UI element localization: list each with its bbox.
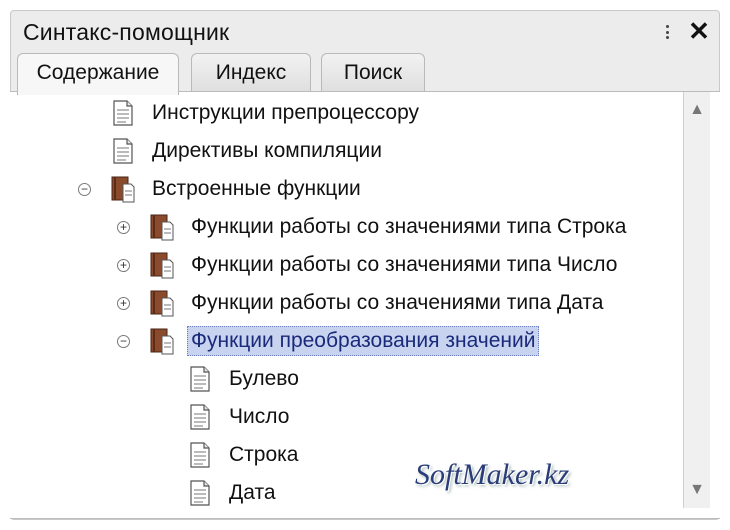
tab-index[interactable]: Индекс bbox=[191, 53, 311, 93]
tree-item-date-functions[interactable]: + Функции работы со значениями типа Дата bbox=[10, 286, 690, 320]
document-icon bbox=[190, 366, 210, 392]
document-icon bbox=[190, 404, 210, 430]
scroll-down-button[interactable]: ▼ bbox=[687, 478, 707, 502]
window-menu-icon[interactable] bbox=[663, 25, 671, 39]
tree-item-label: Инструкции препроцессору bbox=[152, 101, 420, 124]
tree-item-label: Дата bbox=[229, 481, 276, 504]
collapse-icon[interactable]: − bbox=[117, 335, 130, 348]
book-icon bbox=[111, 176, 135, 203]
tree-item-compilation-directives[interactable]: Директивы компиляции bbox=[10, 134, 690, 168]
tree-item-string[interactable]: Строка bbox=[10, 438, 690, 472]
tab-search[interactable]: Поиск bbox=[321, 53, 425, 93]
tree-item-label: Встроенные функции bbox=[152, 177, 361, 200]
close-button[interactable]: ✕ bbox=[687, 18, 711, 44]
book-icon bbox=[150, 290, 174, 317]
book-icon bbox=[150, 214, 174, 241]
expand-icon[interactable]: + bbox=[117, 297, 130, 310]
expand-icon[interactable]: + bbox=[117, 259, 130, 272]
tree-item-label: Число bbox=[229, 405, 290, 428]
contents-tree-panel: Инструкции препроцессору Директивы компи… bbox=[10, 91, 720, 519]
tab-contents[interactable]: Содержание bbox=[17, 53, 179, 95]
tree-item-number[interactable]: Число bbox=[10, 400, 690, 434]
tree-item-boolean[interactable]: Булево bbox=[10, 362, 690, 396]
tree-item-number-functions[interactable]: + Функции работы со значениями типа Числ… bbox=[10, 248, 690, 282]
window-title: Синтакс-помощник bbox=[23, 19, 230, 45]
scroll-up-button[interactable]: ▲ bbox=[687, 98, 707, 122]
vertical-scrollbar[interactable]: ▲ ▼ bbox=[683, 92, 710, 508]
tree-item-builtin-functions[interactable]: − Встроенные функции bbox=[10, 172, 690, 206]
tree-item-label: Директивы компиляции bbox=[152, 139, 382, 162]
tree-item-label-selected: Функции преобразования значений bbox=[187, 326, 540, 356]
syntax-helper-window: Синтакс-помощник ✕ Содержание Индекс Пои… bbox=[10, 10, 720, 520]
title-bar: Синтакс-помощник ✕ bbox=[11, 11, 719, 53]
collapse-icon[interactable]: − bbox=[78, 183, 91, 196]
watermark-logo: SoftMaker.kz bbox=[415, 458, 570, 491]
document-icon bbox=[190, 480, 210, 506]
tree-item-conversion-functions[interactable]: − Функции преобразования значений bbox=[10, 324, 690, 358]
tree-item-label: Функции работы со значениями типа Число bbox=[191, 253, 618, 276]
tree-item-label: Строка bbox=[229, 443, 299, 466]
tree-item-date[interactable]: Дата bbox=[10, 476, 690, 510]
document-icon bbox=[113, 138, 133, 164]
tree-item-label: Функции работы со значениями типа Дата bbox=[191, 291, 604, 314]
document-icon bbox=[190, 442, 210, 468]
book-icon bbox=[150, 252, 174, 279]
book-icon bbox=[150, 328, 174, 355]
tree-item-label: Функции работы со значениями типа Строка bbox=[191, 215, 627, 238]
tree-item-label: Булево bbox=[229, 367, 299, 390]
tree-item-string-functions[interactable]: + Функции работы со значениями типа Стро… bbox=[10, 210, 690, 244]
tree-item-preprocessor[interactable]: Инструкции препроцессору bbox=[10, 96, 690, 130]
expand-icon[interactable]: + bbox=[117, 221, 130, 234]
document-icon bbox=[113, 100, 133, 126]
